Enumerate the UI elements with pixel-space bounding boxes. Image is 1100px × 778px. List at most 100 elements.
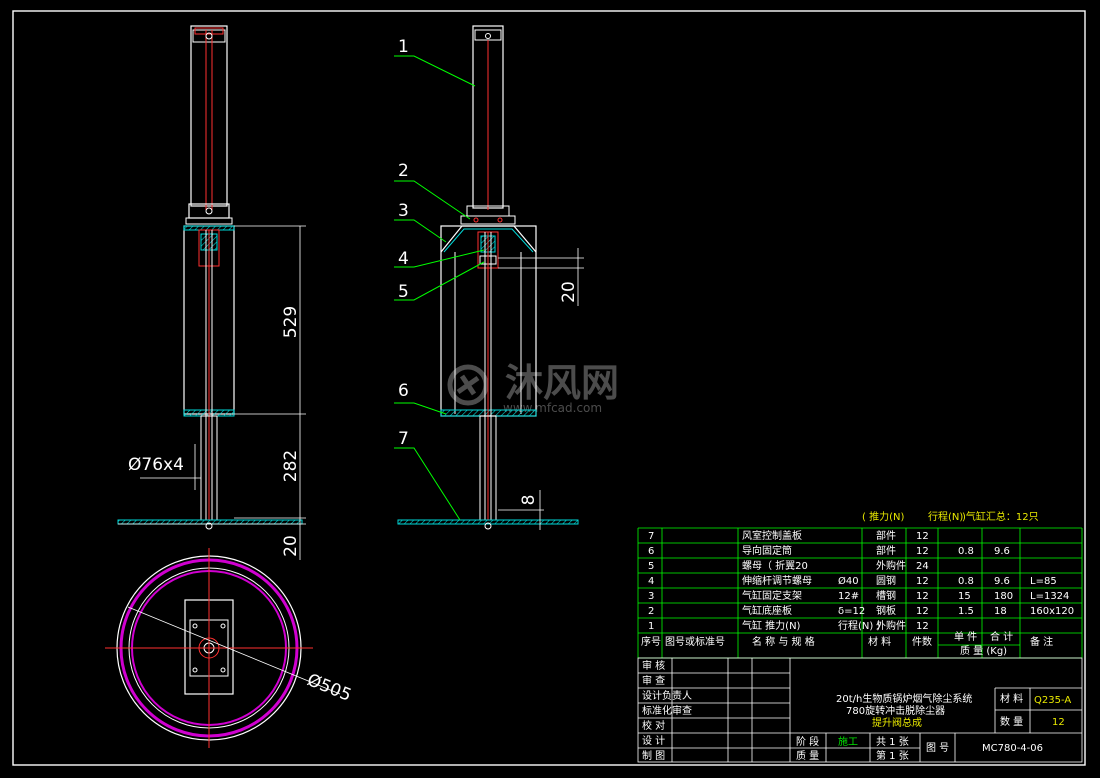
bom-row: 7 风室控制盖板 部件 12 — [648, 529, 929, 542]
table-note-stroke: 行程(N) — [928, 510, 963, 523]
bom-row: 6 导向固定筒 部件 12 0.8 9.6 — [648, 544, 1010, 557]
title-block: 审 核审 查设计负责人标准化审查校 对设 计制 图 20t/h生物质锅炉烟气除尘… — [637, 657, 1083, 763]
bom-cell-material: 外购件 — [876, 619, 906, 632]
bom-cell-unit: 0.8 — [958, 576, 974, 587]
bom-cell-total: 9.6 — [994, 546, 1010, 557]
bom-cell-material: 部件 — [876, 529, 896, 542]
bom-cell-unit: 1.5 — [958, 606, 974, 617]
bom-cell-total: 18 — [994, 606, 1007, 617]
left-elevation-view: 529 282 20 Ø76x4 — [117, 25, 306, 560]
cad-drawing-canvas: 沐风网 www.mfcad.com 529 282 20 Ø76x4 20 8 … — [12, 10, 1086, 766]
plan-view: Ø505 — [105, 548, 354, 748]
bom-cell-name: 气缸底座板 — [742, 604, 792, 617]
bom-cell-no: 3 — [648, 591, 654, 602]
title-role: 制 图 — [642, 749, 665, 762]
watermark-brand: 沐风网 — [505, 361, 619, 405]
part-label-5: 5 — [398, 282, 409, 302]
bom-cell-name: 气缸 推力(N) — [742, 619, 801, 632]
quantity-value: 12 — [1052, 717, 1065, 728]
bom-cell-no: 7 — [648, 531, 654, 542]
part-label-4: 4 — [398, 249, 409, 269]
bom-header-total: 合 计 — [990, 630, 1013, 643]
drawing-name: 提升阀总成 — [872, 716, 922, 729]
bom-header: 序号 图号或标准号 名 称 与 规 格 材 料 件数 单 件 合 计 质 量 (… — [641, 630, 1053, 657]
bom-cell-name: 风室控制盖板 — [742, 529, 802, 542]
bom-cell-qty: 12 — [916, 621, 929, 632]
part-label-6: 6 — [398, 381, 409, 401]
bom-header-name: 名 称 与 规 格 — [752, 635, 815, 648]
table-note-summary: )气缸汇总：12只 — [962, 510, 1039, 523]
part-label-7: 7 — [398, 429, 409, 449]
bom-row: 2 气缸底座板 δ=12 钢板 12 1.5 18 160x120 — [648, 604, 1074, 617]
table-note-thrust: ( 推力(N) — [862, 510, 904, 523]
bom-cell-qty: 24 — [916, 561, 929, 572]
part-label-3: 3 — [398, 201, 409, 221]
dimension-20-right: 20 — [559, 281, 579, 303]
sheets-total: 共 1 张 — [876, 736, 909, 748]
bom-cell-unit: 15 — [958, 591, 971, 602]
bom-cell-qty: 12 — [916, 606, 929, 617]
left-cylinder-cap — [192, 29, 226, 43]
bom-row: 1 气缸 推力(N) 行程(N) )外购件 12 — [648, 619, 929, 632]
bom-header-qty: 件数 — [912, 635, 932, 648]
bom-row: 5 螺母（ 折翼20 外购件 24 — [648, 559, 929, 572]
bom-cell-total: 9.6 — [994, 576, 1010, 587]
part-numbers: 1 2 3 4 5 6 7 — [398, 37, 409, 449]
bom-header-mass: 质 量 (Kg) — [960, 645, 1007, 657]
bom-cell-material: 钢板 — [876, 604, 896, 617]
bom-row: 4 伸缩杆调节螺母 Ø40 圆钢 12 0.8 9.6 L=85 — [648, 574, 1057, 587]
bom-table: ( 推力(N) 行程(N) )气缸汇总：12只 7 风室控制盖板 部件 126 导向固定… — [637, 510, 1083, 659]
bom-cell-total: 180 — [994, 591, 1013, 602]
bom-header-unit: 单 件 — [954, 631, 977, 643]
bom-cell-spec: δ=12 — [838, 606, 865, 617]
bom-cell-spec: 12# — [838, 591, 859, 602]
dimension-8: 8 — [519, 495, 539, 506]
right-section-view: 20 8 — [397, 25, 584, 530]
bom-header-note: 备 注 — [1030, 635, 1053, 648]
bom-row: 3 气缸固定支架 12# 槽钢 12 15 180 L=1324 — [648, 589, 1069, 602]
stage-label: 阶 段 — [796, 735, 819, 748]
title-role: 标准化审查 — [642, 704, 692, 717]
material-label: 材 料 — [1000, 692, 1023, 705]
title-role: 校 对 — [642, 719, 665, 732]
bom-cell-qty: 12 — [916, 576, 929, 587]
bom-cell-name: 导向固定筒 — [742, 544, 792, 557]
dimension-529: 529 — [281, 306, 301, 338]
mass-label: 质 量 — [796, 750, 819, 762]
sheet-number: 第 1 张 — [876, 749, 909, 762]
quantity-label: 数 量 — [1000, 715, 1023, 728]
bom-cell-qty: 12 — [916, 546, 929, 557]
bom-cell-material: 槽钢 — [876, 589, 896, 602]
dimension-diameter-505: Ø505 — [304, 670, 354, 706]
bom-cell-no: 5 — [648, 561, 654, 572]
bom-cell-no: 6 — [648, 546, 654, 557]
dimension-diameter-76x4: Ø76x4 — [128, 455, 184, 475]
bom-cell-no: 4 — [648, 576, 654, 587]
bom-cell-material: 外购件 — [876, 559, 906, 572]
left-cylinder-barrel — [190, 25, 228, 207]
bom-cell-qty: 12 — [916, 591, 929, 602]
drawing-number: MC780-4-06 — [982, 743, 1043, 754]
bom-cell-no: 1 — [648, 621, 654, 632]
bom-cell-material: 圆钢 — [876, 574, 896, 587]
part-label-1: 1 — [398, 37, 409, 57]
title-role: 设 计 — [642, 734, 665, 747]
bom-cell-spec: Ø40 — [838, 575, 859, 587]
bom-cell-note: L=85 — [1030, 576, 1057, 587]
bom-cell-qty: 12 — [916, 531, 929, 542]
title-role: 审 核 — [642, 659, 665, 672]
material-value: Q235-A — [1034, 695, 1071, 706]
dimension-20-left: 20 — [281, 535, 301, 557]
stage-value: 施工 — [838, 735, 858, 748]
bom-header-material: 材 料 — [868, 635, 891, 648]
project-line-1: 20t/h生物质锅炉烟气除尘系统 — [836, 692, 972, 705]
bom-cell-no: 2 — [648, 606, 654, 617]
bom-cell-name: 螺母（ 折翼20 — [742, 559, 808, 572]
title-role: 设计负责人 — [642, 689, 692, 702]
bom-cell-material: 部件 — [876, 544, 896, 557]
project-line-2: 780旋转冲击脱除尘器 — [846, 704, 945, 717]
title-role: 审 查 — [642, 674, 665, 687]
bom-header-no: 序号 — [641, 635, 661, 648]
part-label-2: 2 — [398, 161, 409, 181]
bom-cell-note: 160x120 — [1030, 606, 1074, 617]
